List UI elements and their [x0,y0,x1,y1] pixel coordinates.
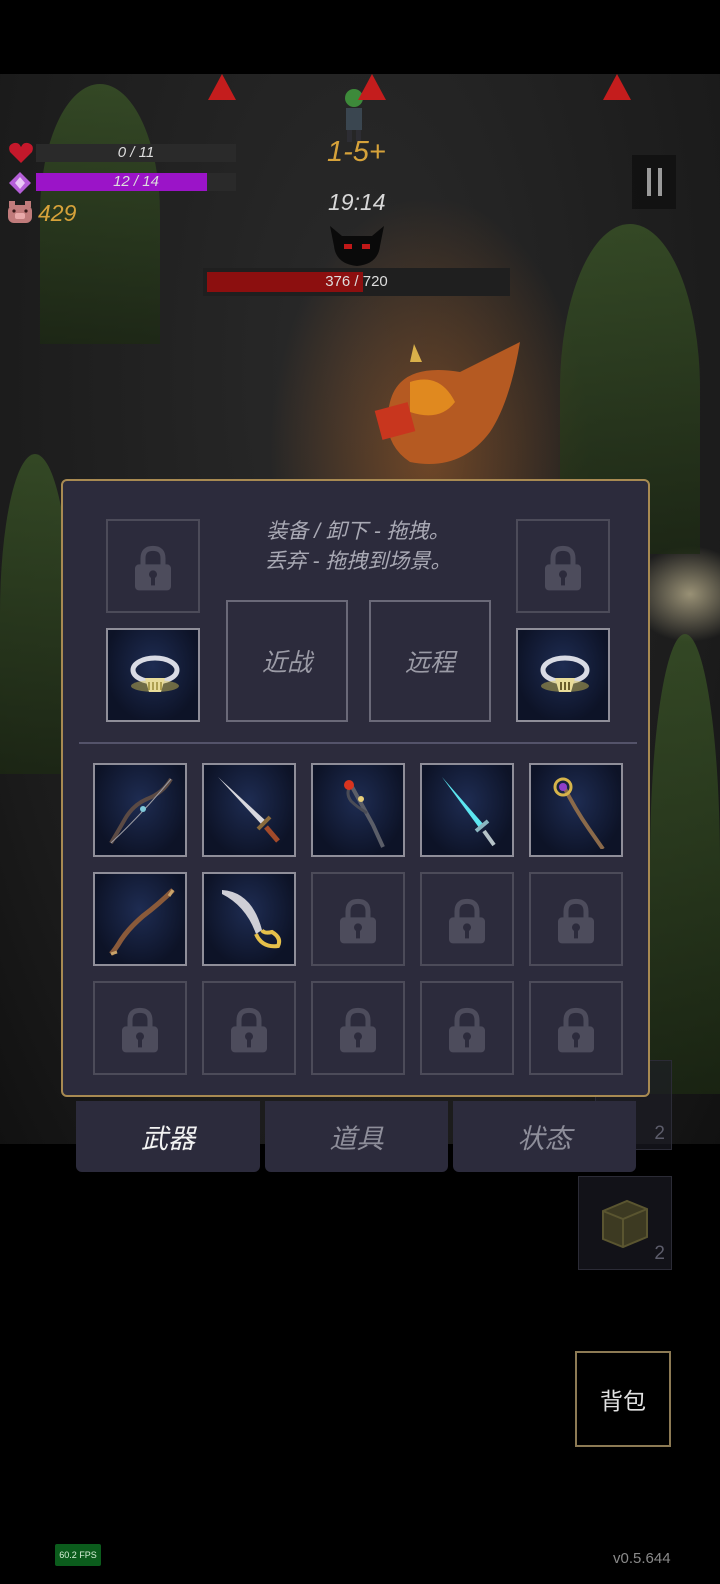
side-slot-count: 2 [654,1123,665,1144]
enemy-direction-marker [358,74,386,100]
lock-icon [449,898,485,944]
inventory-slot[interactable] [311,763,405,857]
gem-staff-icon [553,777,605,849]
inventory-slot-locked [202,981,296,1075]
inventory-slot-locked [420,981,514,1075]
inventory-slot[interactable] [420,763,514,857]
lock-icon [449,1007,485,1053]
tab-items[interactable]: 道具 [265,1101,448,1172]
lock-icon [340,898,376,944]
inventory-slot[interactable] [93,763,187,857]
scimitar-icon [222,890,282,949]
side-quick-slot[interactable]: 2 [578,1176,672,1270]
enemy-direction-marker [603,74,631,100]
boss-skull-icon [330,226,384,266]
pig-coin-icon [8,201,32,223]
lock-icon [135,545,171,591]
health-text: 0 / 11 [117,144,155,161]
ranged-weapon-slot[interactable]: 远程 [369,600,491,722]
inventory-slot[interactable] [202,763,296,857]
hint-discard: 丢弃 - 拖拽到场景。 [264,550,452,573]
ring-slot-right[interactable] [516,628,610,722]
inventory-slot-locked [529,872,623,966]
lock-icon [558,1007,594,1053]
panel-divider [79,742,637,744]
grass-decoration [0,454,70,774]
lock-icon [558,898,594,944]
locked-equip-slot[interactable] [106,519,200,613]
lock-icon [122,1007,158,1053]
version-label: v0.5.644 [613,1550,671,1567]
mana-bar: 12 / 14 [36,173,236,191]
silver-ring-icon [540,655,590,692]
inventory-slot-locked [529,981,623,1075]
boss-health-text: 376 / 720 [325,273,388,290]
pause-button[interactable] [632,155,676,209]
silver-ring-icon [130,655,180,692]
heart-icon [9,142,33,163]
inventory-slot[interactable] [529,763,623,857]
wooden-bow-icon [109,888,175,956]
lock-icon [340,1007,376,1053]
mana-text: 12 / 14 [113,173,159,190]
inventory-slot-locked [93,981,187,1075]
inventory-slot-locked [311,872,405,966]
mana-crystal-icon [9,172,31,194]
hint-equip: 装备 / 卸下 - 拖拽。 [266,520,450,543]
backpack-button[interactable]: 背包 [575,1351,671,1447]
lock-icon [231,1007,267,1053]
boss-monster [374,342,520,464]
inventory-slot[interactable] [202,872,296,966]
pause-icon [646,168,651,196]
bow-icon [109,777,173,845]
side-slot-count: 2 [654,1243,665,1264]
boss-health-bar: 376 / 720 [203,268,510,296]
run-timer: 19:14 [328,189,386,215]
inventory-slot[interactable] [93,872,187,966]
inventory-slot-locked [311,981,405,1075]
grass-decoration [650,634,720,1094]
ranged-slot-label: 远程 [404,649,455,677]
tab-status[interactable]: 状态 [453,1101,636,1172]
fps-counter: 60.2 FPS [55,1544,101,1566]
sword-icon [218,777,280,843]
level-indicator: 1-5+ [327,136,386,168]
inventory-panel: 装备 / 卸下 - 拖拽。 丢弃 - 拖拽到场景。 近战 远程 [61,479,650,1097]
health-bar: 0 / 11 [36,144,236,162]
tab-weapons[interactable]: 武器 [76,1101,260,1172]
item-box-icon [602,1199,648,1249]
ring-slot-left[interactable] [106,628,200,722]
inventory-slot-locked [420,872,514,966]
melee-slot-label: 近战 [261,649,312,677]
melee-weapon-slot[interactable]: 近战 [226,600,348,722]
enemy-direction-marker [208,74,236,100]
fire-staff-icon [344,780,385,848]
ice-sword-icon [442,777,496,847]
lock-icon [545,545,581,591]
locked-equip-slot[interactable] [516,519,610,613]
gold-counter: 429 [38,200,77,226]
